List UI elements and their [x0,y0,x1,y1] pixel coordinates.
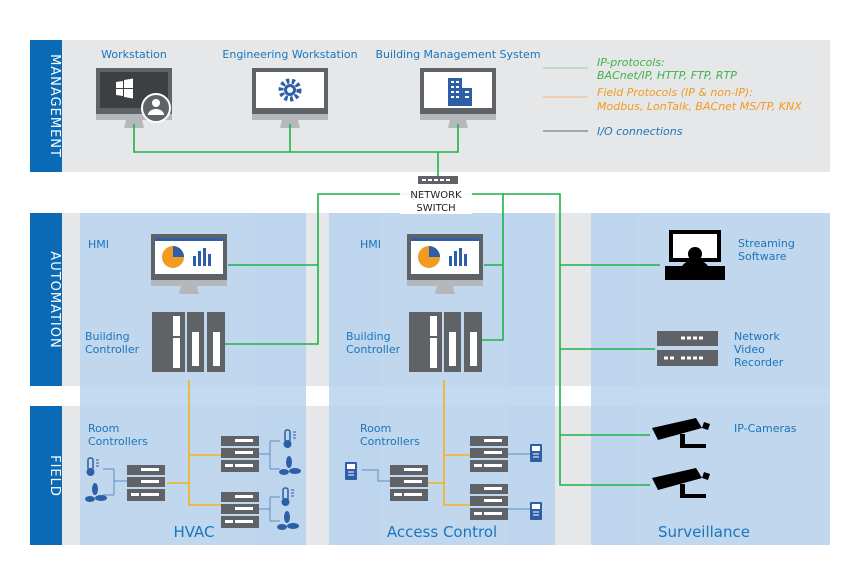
hvac-title: HVAC [173,523,214,541]
access-hmi-monitor-icon [407,234,483,294]
surveillance-title: Surveillance [658,523,750,541]
hvac-rc-label-1: Room [88,422,119,435]
bms-label: Building Management System [375,48,540,61]
access-bc-label-2: Controller [346,343,401,356]
hvac-room-controller-icon [221,436,259,472]
access-room-controller-icon [470,436,508,472]
streaming-label-2: Software [738,250,787,263]
management-label: MANAGEMENT [47,54,62,158]
field-label: FIELD [47,455,62,497]
ip-cameras-label: IP-Cameras [734,422,797,435]
access-rc-label-2: Controllers [360,435,420,448]
streaming-label-1: Streaming [738,237,795,250]
card-reader-icon [529,501,543,521]
bms-architecture-diagram: MANAGEMENT AUTOMATION FIELD Workstation … [30,40,830,545]
hvac-room-controller-icon [221,492,259,528]
network-switch-icon [418,176,458,184]
legend-field-title: Field Protocols (IP & non-IP): [597,86,753,99]
hvac-room-controller-icon [127,465,165,501]
access-building-controller-icon [409,312,482,372]
access-control-title: Access Control [387,523,497,541]
legend-ip-list: BACnet/IP, HTTP, FTP, RTP [597,69,737,82]
nvr-label-2: Video [734,343,765,356]
workstation-monitor-icon [96,68,172,128]
access-room-controller-icon [390,465,428,501]
access-rc-label-1: Room [360,422,391,435]
access-bc-label-1: Building [346,330,391,343]
hvac-bc-label-2: Controller [85,343,140,356]
engineering-workstation-gear-icon [252,68,328,128]
hvac-hmi-label: HMI [88,238,109,251]
access-hmi-label: HMI [360,238,381,251]
hvac-rc-label-2: Controllers [88,435,148,448]
switch-label-1: NETWORK [410,190,462,201]
hvac-hmi-monitor-icon [151,234,227,294]
workstation-label: Workstation [101,48,167,61]
card-reader-icon [344,461,358,481]
surveillance-column [591,213,830,545]
hvac-bc-label-1: Building [85,330,130,343]
access-room-controller-icon [470,484,508,520]
card-reader-icon [529,443,543,463]
legend-io-label: I/O connections [597,125,683,138]
switch-label-2: SWITCH [416,203,455,214]
engineering-workstation-label: Engineering Workstation [222,48,357,61]
nvr-label-3: Recorder [734,356,784,369]
streaming-software-icon [665,230,725,280]
bms-building-icon [420,68,496,128]
hvac-building-controller-icon [152,312,225,372]
automation-label: AUTOMATION [47,251,62,348]
legend-field-list: Modbus, LonTalk, BACnet MS/TP, KNX [597,100,802,113]
legend-ip-title: IP-protocols: [597,56,665,69]
nvr-label-1: Network [734,330,781,343]
